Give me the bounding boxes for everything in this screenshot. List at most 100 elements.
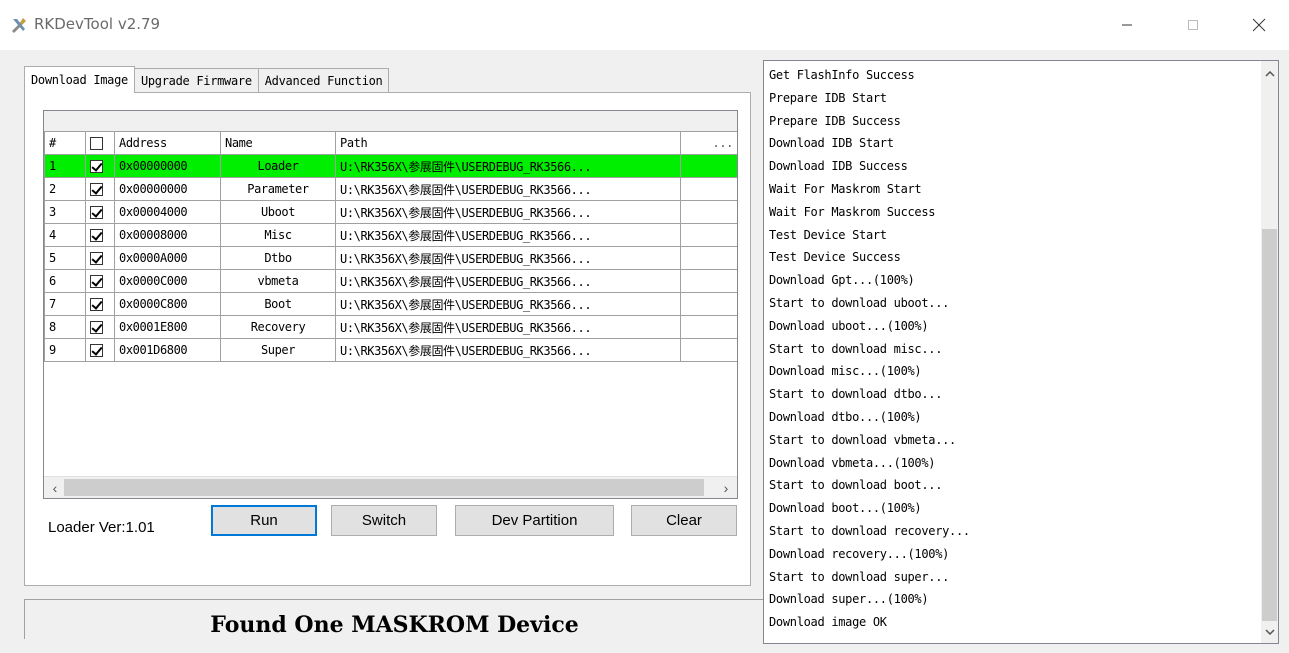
table-row[interactable]: 2 0x00000000 Parameter U:\RK356X\参展固件\USERD…	[44, 177, 737, 201]
column-header-index[interactable]: #	[44, 131, 86, 155]
row-extra[interactable]	[680, 223, 737, 247]
row-checkbox-cell[interactable]	[85, 246, 115, 270]
row-checkbox[interactable]	[90, 275, 103, 288]
table-row[interactable]: 6 0x0000C000 vbmeta U:\RK356X\参展固件\USERDEBU…	[44, 269, 737, 293]
row-path[interactable]: U:\RK356X\参展固件\USERDEBUG_RK3566...	[335, 177, 681, 201]
row-index[interactable]: 8	[44, 315, 86, 339]
row-extra[interactable]	[680, 154, 737, 178]
table-row[interactable]: 4 0x00008000 Misc U:\RK356X\参展固件\USERDEBUG_…	[44, 223, 737, 247]
row-checkbox[interactable]	[90, 252, 103, 265]
row-extra[interactable]	[680, 338, 737, 362]
table-row[interactable]: 3 0x00004000 Uboot U:\RK356X\参展固件\USERDEBUG…	[44, 200, 737, 224]
scroll-thumb[interactable]	[64, 479, 704, 496]
row-checkbox-cell[interactable]	[85, 223, 115, 247]
row-extra[interactable]	[680, 269, 737, 293]
row-path[interactable]: U:\RK356X\参展固件\USERDEBUG_RK3566...	[335, 154, 681, 178]
row-address[interactable]: 0x0000A000	[114, 246, 221, 270]
row-checkbox[interactable]	[90, 160, 103, 173]
row-index[interactable]: 5	[44, 246, 86, 270]
row-index[interactable]: 6	[44, 269, 86, 293]
row-extra[interactable]	[680, 200, 737, 224]
scroll-down-icon[interactable]	[1261, 623, 1278, 640]
vertical-scrollbar[interactable]	[1261, 61, 1278, 643]
horizontal-scrollbar[interactable]: ‹ ›	[44, 476, 737, 498]
row-address[interactable]: 0x0000C800	[114, 292, 221, 316]
row-name[interactable]: Misc	[220, 223, 336, 247]
switch-button[interactable]: Switch	[331, 505, 437, 536]
row-address[interactable]: 0x001D6800	[114, 338, 221, 362]
run-button[interactable]: Run	[211, 505, 317, 536]
row-checkbox-cell[interactable]	[85, 177, 115, 201]
check-all-checkbox[interactable]	[90, 137, 103, 150]
row-path[interactable]: U:\RK356X\参展固件\USERDEBUG_RK3566...	[335, 269, 681, 293]
table-row[interactable]: 8 0x0001E800 Recovery U:\RK356X\参展固件\USERDE…	[44, 315, 737, 339]
row-address[interactable]: 0x0001E800	[114, 315, 221, 339]
scroll-right-icon[interactable]: ›	[717, 479, 735, 497]
row-checkbox-cell[interactable]	[85, 315, 115, 339]
table-row[interactable]: 7 0x0000C800 Boot U:\RK356X\参展固件\USERDEBUG_…	[44, 292, 737, 316]
row-extra[interactable]	[680, 177, 737, 201]
row-address[interactable]: 0x0000C000	[114, 269, 221, 293]
dev-partition-button[interactable]: Dev Partition	[455, 505, 614, 536]
row-index[interactable]: 2	[44, 177, 86, 201]
log-scroll-thumb[interactable]	[1262, 229, 1277, 621]
row-address[interactable]: 0x00008000	[114, 223, 221, 247]
row-name[interactable]: Loader	[220, 154, 336, 178]
row-address[interactable]: 0x00000000	[114, 154, 221, 178]
row-checkbox[interactable]	[90, 344, 103, 357]
row-checkbox[interactable]	[90, 321, 103, 334]
row-path[interactable]: U:\RK356X\参展固件\USERDEBUG_RK3566...	[335, 315, 681, 339]
row-index[interactable]: 9	[44, 338, 86, 362]
row-index[interactable]: 1	[44, 154, 86, 178]
row-index[interactable]: 4	[44, 223, 86, 247]
row-checkbox[interactable]	[90, 298, 103, 311]
row-index[interactable]: 3	[44, 200, 86, 224]
row-extra[interactable]	[680, 315, 737, 339]
log-line: Download IDB Success	[769, 159, 908, 174]
row-name[interactable]: Parameter	[220, 177, 336, 201]
table-row[interactable]: 5 0x0000A000 Dtbo U:\RK356X\参展固件\USERDEBUG_…	[44, 246, 737, 270]
row-path[interactable]: U:\RK356X\参展固件\USERDEBUG_RK3566...	[335, 246, 681, 270]
row-checkbox[interactable]	[90, 183, 103, 196]
row-address[interactable]: 0x00000000	[114, 177, 221, 201]
tab-upgrade-firmware[interactable]: Upgrade Firmware	[133, 68, 259, 92]
tab-download-image[interactable]: Download Image	[24, 66, 135, 93]
scroll-up-icon[interactable]	[1261, 65, 1278, 82]
row-extra[interactable]	[680, 292, 737, 316]
row-checkbox-cell[interactable]	[85, 200, 115, 224]
row-checkbox-cell[interactable]	[85, 338, 115, 362]
row-path[interactable]: U:\RK356X\参展固件\USERDEBUG_RK3566...	[335, 200, 681, 224]
scroll-left-icon[interactable]: ‹	[46, 479, 64, 497]
row-name[interactable]: Uboot	[220, 200, 336, 224]
window-title: RKDevTool v2.79	[34, 15, 161, 33]
row-address[interactable]: 0x00004000	[114, 200, 221, 224]
clear-button[interactable]: Clear	[631, 505, 737, 536]
column-header-address[interactable]: Address	[114, 131, 221, 155]
maximize-button[interactable]	[1170, 8, 1216, 42]
row-path[interactable]: U:\RK356X\参展固件\USERDEBUG_RK3566...	[335, 292, 681, 316]
table-row[interactable]: 1 0x00000000 Loader U:\RK356X\参展固件\USERDEBU…	[44, 154, 737, 178]
row-checkbox-cell[interactable]	[85, 292, 115, 316]
column-header-path[interactable]: Path	[335, 131, 681, 155]
column-header-check-all[interactable]	[85, 131, 115, 155]
column-header-more[interactable]: ...	[680, 131, 737, 155]
row-name[interactable]: Dtbo	[220, 246, 336, 270]
row-name[interactable]: Recovery	[220, 315, 336, 339]
row-checkbox[interactable]	[90, 206, 103, 219]
row-checkbox[interactable]	[90, 229, 103, 242]
row-checkbox-cell[interactable]	[85, 154, 115, 178]
row-checkbox-cell[interactable]	[85, 269, 115, 293]
log-panel[interactable]: Get FlashInfo Success Prepare IDB Start Pr…	[763, 60, 1279, 644]
row-name[interactable]: Boot	[220, 292, 336, 316]
tab-advanced-function[interactable]: Advanced Function	[257, 68, 390, 92]
row-path[interactable]: U:\RK356X\参展固件\USERDEBUG_RK3566...	[335, 223, 681, 247]
close-button[interactable]	[1236, 8, 1282, 42]
minimize-button[interactable]	[1104, 8, 1150, 42]
table-row[interactable]: 9 0x001D6800 Super U:\RK356X\参展固件\USERDEBUG…	[44, 338, 737, 362]
column-header-name[interactable]: Name	[220, 131, 336, 155]
row-index[interactable]: 7	[44, 292, 86, 316]
row-extra[interactable]	[680, 246, 737, 270]
row-path[interactable]: U:\RK356X\参展固件\USERDEBUG_RK3566...	[335, 338, 681, 362]
row-name[interactable]: Super	[220, 338, 336, 362]
row-name[interactable]: vbmeta	[220, 269, 336, 293]
